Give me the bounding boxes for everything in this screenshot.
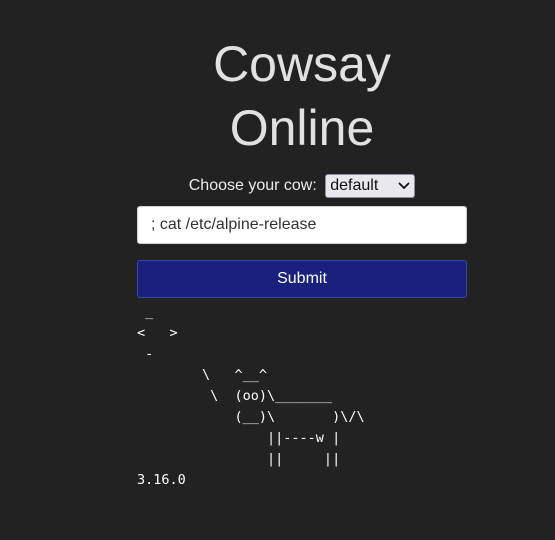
cow-select-value: default — [330, 177, 379, 194]
choose-cow-label: Choose your cow: — [188, 177, 317, 194]
command-input[interactable]: ; cat /etc/alpine-release — [137, 206, 467, 244]
cow-chooser: Choose your cow: default — [0, 173, 555, 199]
page: Cowsay Online Choose your cow: default ;… — [0, 0, 555, 540]
page-title: Cowsay Online — [0, 32, 555, 160]
page-title-line-2: Online — [229, 100, 375, 156]
cow-select[interactable]: default — [325, 174, 416, 198]
cowsay-output: _ < > - \ ^__^ \ (oo)\_______ (__)\ )\/\… — [137, 304, 365, 488]
submit-button[interactable]: Submit — [137, 260, 467, 298]
page-title-line-1: Cowsay — [213, 36, 391, 92]
chevron-down-icon — [398, 175, 410, 197]
